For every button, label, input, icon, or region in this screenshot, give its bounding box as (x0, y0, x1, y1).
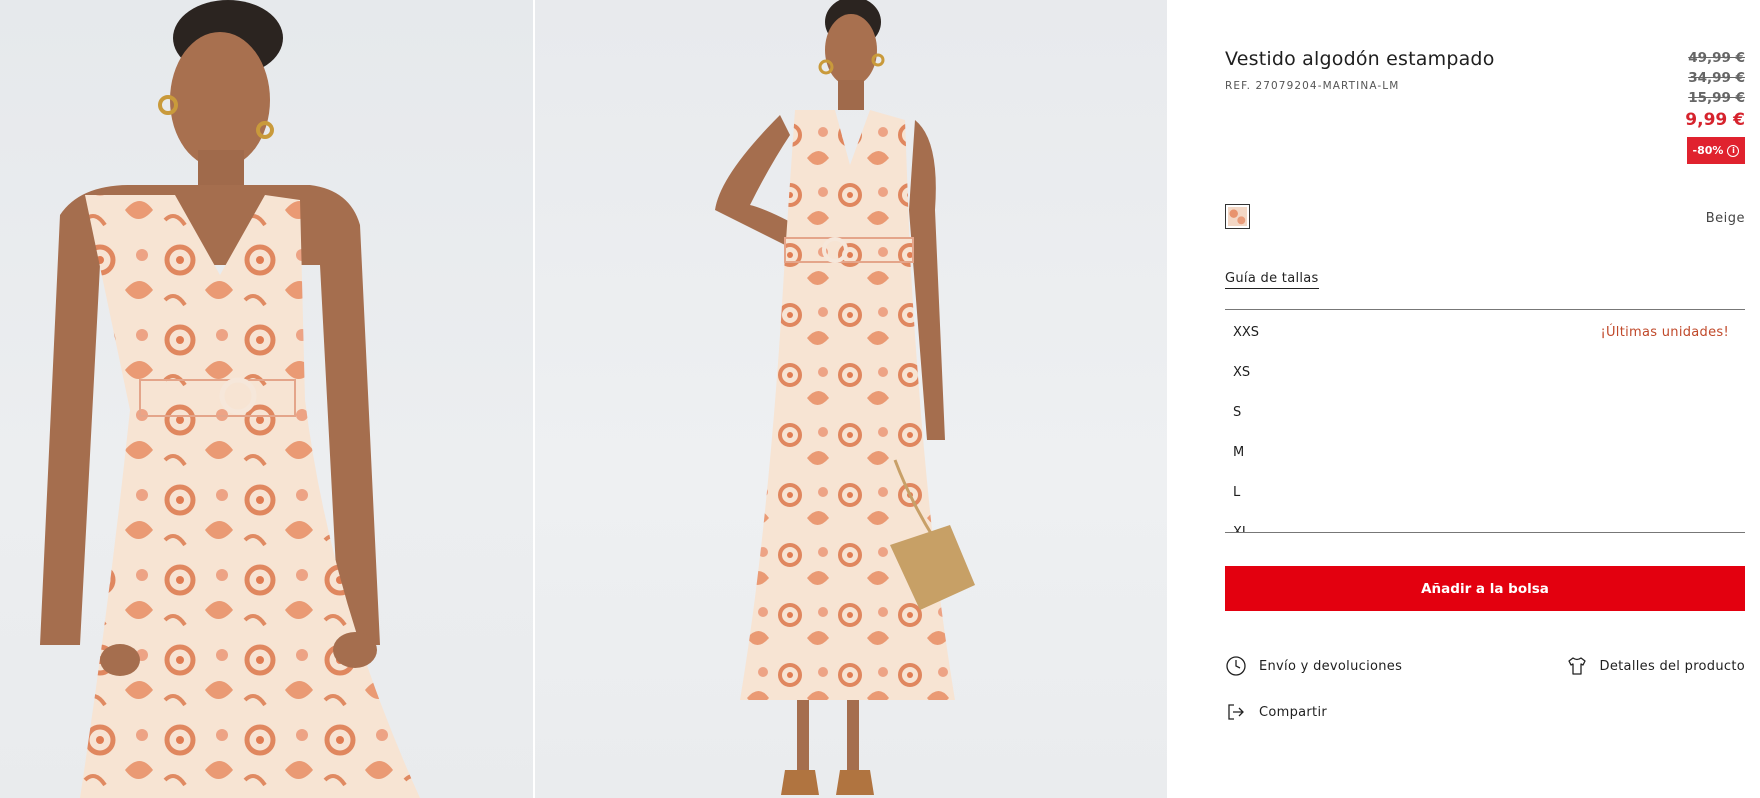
size-option-xl[interactable]: XL (1225, 512, 1745, 533)
size-label: XS (1233, 364, 1251, 380)
product-details-link[interactable]: Detalles del producto (1566, 655, 1745, 677)
product-photo-front[interactable] (0, 0, 533, 798)
size-label: L (1233, 484, 1241, 500)
product-photo-full-image (715, 0, 975, 795)
shipping-returns-link[interactable]: Envío y devoluciones (1225, 655, 1402, 677)
size-label: S (1233, 404, 1242, 420)
color-swatch-beige[interactable] (1225, 204, 1250, 229)
size-option-xxs[interactable]: XXS ¡Últimas unidades! (1225, 312, 1745, 352)
add-to-bag-button[interactable]: Añadir a la bolsa (1225, 566, 1745, 611)
product-details-label: Detalles del producto (1599, 658, 1745, 674)
product-title: Vestido algodón estampado (1225, 48, 1495, 70)
clock-icon (1226, 656, 1246, 676)
old-price-1: 49,99 € (1688, 50, 1745, 66)
size-label: XXS (1233, 324, 1260, 340)
tshirt-icon (1567, 657, 1586, 675)
product-info-panel: Vestido algodón estampado REF. 27079204-… (1225, 0, 1745, 798)
shipping-returns-label: Envío y devoluciones (1259, 658, 1403, 674)
discount-badge[interactable]: -80% i (1687, 137, 1745, 164)
size-option-s[interactable]: S (1225, 392, 1745, 432)
size-label: M (1233, 444, 1245, 460)
low-stock-note: ¡Últimas unidades! (1600, 324, 1729, 340)
product-photo-full[interactable] (535, 0, 1167, 798)
size-option-l[interactable]: L (1225, 472, 1745, 512)
price-block: 49,99 € 34,99 € 15,99 € 9,99 € -80% i (1685, 48, 1745, 164)
share-icon (1228, 704, 1244, 720)
product-photo-front-image (40, 0, 420, 798)
old-price-2: 34,99 € (1688, 70, 1745, 86)
old-price-3: 15,99 € (1688, 90, 1745, 106)
product-reference: REF. 27079204-MARTINA-LM (1225, 80, 1400, 92)
current-price: 9,99 € (1685, 110, 1745, 130)
share-label: Compartir (1259, 704, 1328, 720)
info-icon[interactable]: i (1727, 144, 1740, 157)
size-guide-link[interactable]: Guía de tallas (1225, 271, 1319, 289)
selected-color-name: Beige (1705, 211, 1745, 226)
size-label: XL (1233, 524, 1250, 533)
size-option-xs[interactable]: XS (1225, 352, 1745, 392)
color-swatch-fill (1228, 207, 1247, 226)
size-option-m[interactable]: M (1225, 432, 1745, 472)
discount-label: -80% (1692, 144, 1724, 157)
size-list[interactable]: XXS ¡Últimas unidades! XS S M L XL (1225, 309, 1745, 533)
share-link[interactable]: Compartir (1225, 701, 1327, 723)
